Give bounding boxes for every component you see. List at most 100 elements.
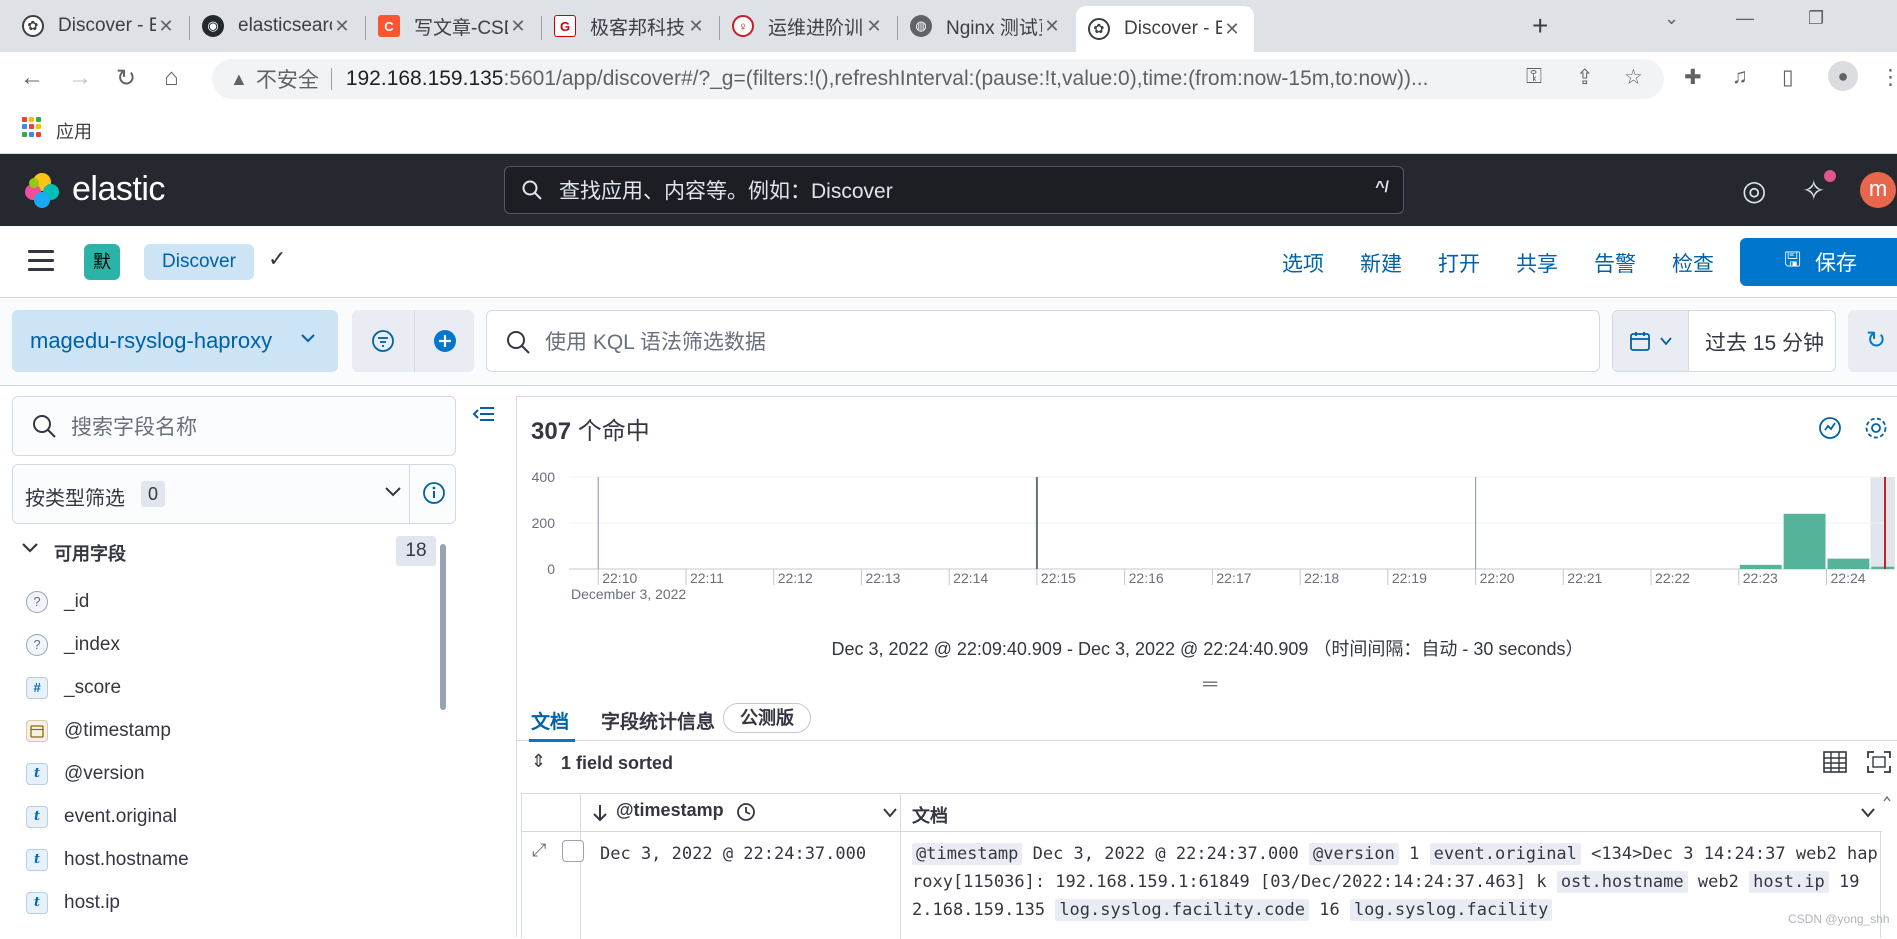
field-item[interactable]: t host.ip: [12, 881, 432, 924]
reload-icon[interactable]: ↻: [116, 64, 136, 93]
grid-divider: [580, 794, 581, 939]
chevron-down-icon: [298, 328, 318, 353]
histogram-chart[interactable]: 0 200 400 22:10 22:11 22:12 22:13 22:14 22:15 22:…: [517, 467, 1897, 617]
key-icon[interactable]: ⚿: [1526, 65, 1542, 89]
bookmark-apps[interactable]: 应用: [56, 118, 92, 144]
home-icon[interactable]: ⌂: [164, 64, 179, 92]
sort-label[interactable]: 1 field sorted: [561, 753, 673, 774]
space-avatar[interactable]: 默: [84, 244, 120, 280]
close-tab-icon[interactable]: ✕: [332, 16, 352, 37]
density-icon[interactable]: [1823, 751, 1847, 773]
elastic-brand[interactable]: elastic: [72, 170, 165, 209]
elastic-logo-icon[interactable]: [22, 170, 62, 210]
menu-hamburger-icon[interactable]: [28, 250, 54, 272]
grid-header: @timestamp 文档: [522, 794, 1882, 832]
maximize-icon[interactable]: ❐: [1808, 8, 1824, 29]
field-name: host.hostname: [64, 848, 189, 870]
menu-new[interactable]: 新建: [1360, 248, 1402, 278]
breadcrumb-discover[interactable]: Discover: [144, 244, 254, 280]
refresh-button[interactable]: ↻: [1848, 310, 1897, 372]
side-panel-icon[interactable]: ▯: [1782, 65, 1794, 90]
news-feed-icon[interactable]: ✧: [1802, 174, 1825, 207]
doc-field-key: event.original: [1429, 843, 1581, 865]
time-range-label[interactable]: 过去 15 分钟: [1705, 327, 1824, 357]
menu-share[interactable]: 共享: [1516, 248, 1558, 278]
menu-inspect[interactable]: 检查: [1672, 248, 1714, 278]
quick-select-button[interactable]: [1613, 311, 1689, 371]
data-view-selector[interactable]: magedu-rsyslog-haproxy: [12, 310, 338, 372]
global-search-input[interactable]: 查找应用、内容等。例如：Discover ^/: [504, 166, 1404, 214]
field-search-input[interactable]: 搜索字段名称: [12, 396, 456, 456]
menu-alerts[interactable]: 告警: [1594, 248, 1636, 278]
expand-row-icon[interactable]: ⤢: [532, 840, 546, 861]
date-picker[interactable]: 过去 15 分钟: [1612, 310, 1836, 372]
minimize-icon[interactable]: —: [1736, 8, 1754, 29]
tab-search-chevron-icon[interactable]: ⌄: [1664, 8, 1679, 29]
chevron-down-icon[interactable]: [1860, 806, 1876, 820]
x-tick-label: 22:13: [865, 570, 900, 586]
tab-documents[interactable]: 文档: [531, 707, 569, 734]
kql-query-input[interactable]: 使用 KQL 语法筛选数据: [486, 310, 1600, 372]
browser-tab[interactable]: G 极客邦科技 ✕: [542, 6, 718, 46]
field-item[interactable]: ? _id: [12, 580, 432, 623]
profile-icon[interactable]: ●: [1828, 61, 1858, 91]
collapse-sidebar-icon[interactable]: [472, 404, 496, 430]
url-divider: [330, 68, 332, 90]
close-tab-icon[interactable]: ✕: [864, 16, 884, 37]
bookmark-star-icon[interactable]: ☆: [1624, 65, 1643, 90]
column-header-timestamp[interactable]: @timestamp: [616, 800, 724, 821]
menu-options[interactable]: 选项: [1282, 248, 1324, 278]
browser-tab[interactable]: ◍ Nginx 测试页面✕: [898, 6, 1074, 46]
field-item[interactable]: t @version: [12, 752, 432, 795]
field-item[interactable]: t event.original: [12, 795, 432, 838]
close-tab-icon[interactable]: ✕: [686, 16, 706, 37]
available-fields-header[interactable]: 可用字段 18: [12, 534, 456, 570]
extensions-icon[interactable]: ✚: [1684, 65, 1702, 90]
forward-icon[interactable]: →: [68, 64, 92, 92]
close-tab-icon[interactable]: ✕: [1042, 16, 1062, 37]
row-checkbox[interactable]: [562, 840, 584, 862]
browser-tab[interactable]: ✿ Discover - Ela✕: [10, 6, 188, 46]
x-tick-label: 22:19: [1392, 570, 1427, 586]
sidebar-scrollbar[interactable]: [440, 544, 446, 710]
resize-handle-icon[interactable]: ═: [1203, 673, 1217, 696]
close-tab-icon[interactable]: ✕: [156, 16, 176, 37]
menu-dots-icon[interactable]: ⋮: [1880, 65, 1897, 90]
field-item[interactable]: ? _index: [12, 623, 432, 666]
browser-tab[interactable]: C 写文章-CSDN✕: [366, 6, 540, 46]
back-icon[interactable]: ←: [20, 64, 44, 92]
add-filter-button[interactable]: [414, 310, 474, 372]
field-item[interactable]: # _score: [12, 666, 432, 709]
share-icon[interactable]: ⇪: [1576, 65, 1594, 90]
histogram-bar: [1827, 558, 1870, 569]
gear-icon[interactable]: [1863, 415, 1889, 441]
new-tab-button[interactable]: +: [1532, 10, 1548, 42]
info-icon[interactable]: [421, 480, 447, 506]
type-filter[interactable]: 按类型筛选 0: [12, 464, 456, 524]
y-tick-label: 200: [532, 515, 556, 531]
apps-grid-icon[interactable]: [22, 117, 42, 137]
field-item[interactable]: @timestamp: [12, 709, 432, 752]
browser-tab[interactable]: ✿ Discover - Ela✕: [1076, 6, 1254, 52]
column-header-document[interactable]: 文档: [912, 802, 948, 828]
field-item[interactable]: t host.hostname: [12, 838, 432, 881]
user-avatar[interactable]: m: [1860, 172, 1896, 208]
menu-open[interactable]: 打开: [1438, 248, 1480, 278]
browser-tab[interactable]: ♀ 运维进阶训练营✕: [720, 6, 896, 46]
url-bar[interactable]: ▲ 不安全 192.168.159.135 :5601/app/discover…: [212, 59, 1664, 99]
csdn-icon: C: [378, 15, 400, 37]
close-tab-icon[interactable]: ✕: [1222, 19, 1242, 40]
close-tab-icon[interactable]: ✕: [508, 16, 528, 37]
help-icon[interactable]: ◎: [1742, 174, 1766, 207]
sort-icon[interactable]: ⇕: [531, 751, 546, 772]
browser-toolbar: ← → ↻ ⌂ ▲ 不安全 192.168.159.135 :5601/app/…: [0, 52, 1897, 104]
media-icon[interactable]: ♫: [1732, 65, 1748, 89]
tab-field-statistics[interactable]: 字段统计信息: [601, 707, 715, 734]
fullscreen-icon[interactable]: [1867, 751, 1891, 773]
chart-options-icon[interactable]: [1817, 415, 1843, 441]
filter-menu-button[interactable]: [352, 310, 414, 372]
chevron-down-icon[interactable]: [882, 806, 898, 820]
save-button[interactable]: 🖫 保存: [1740, 238, 1897, 286]
browser-tab[interactable]: ◉ elasticsearch-✕: [190, 6, 364, 46]
sort-down-icon[interactable]: [592, 804, 608, 822]
